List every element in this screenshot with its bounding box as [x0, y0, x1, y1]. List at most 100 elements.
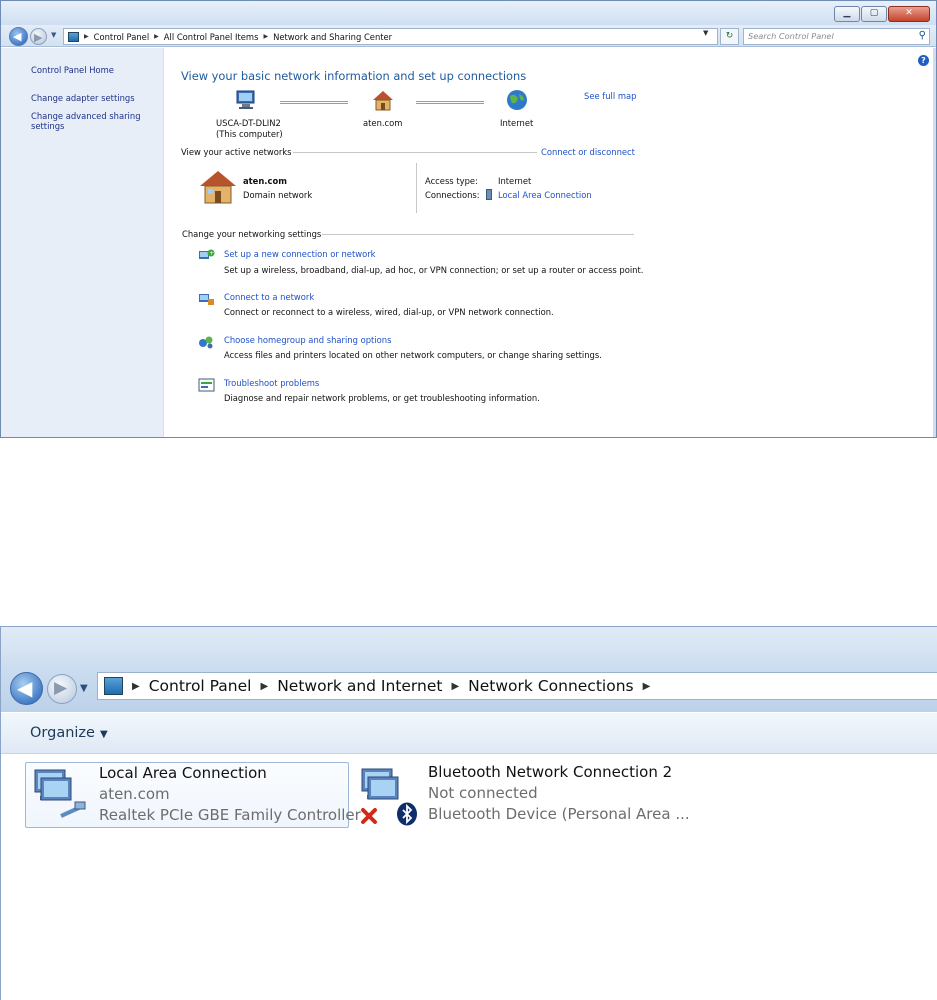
forward-button[interactable]: ▶ — [30, 28, 47, 45]
window-chrome: ◀ ▶ ▼ ▶ Control Panel ▶ Network and Inte… — [1, 627, 937, 712]
address-bar[interactable]: ▶ Control Panel ▶ Network and Internet ▶… — [97, 672, 937, 700]
breadcrumb-separator-icon[interactable]: ▶ — [643, 681, 651, 692]
active-network-name: aten.com — [243, 176, 287, 186]
task-connect-network-desc: Connect or reconnect to a wireless, wire… — [224, 307, 554, 317]
organize-button[interactable]: Organize ▼ — [30, 725, 108, 741]
map-link-line — [280, 101, 348, 104]
vertical-divider — [416, 163, 417, 213]
breadcrumb-separator-icon[interactable]: ▶ — [263, 33, 268, 40]
section-divider — [293, 152, 537, 153]
task-troubleshoot-link[interactable]: Troubleshoot problems — [224, 378, 319, 388]
local-area-connection-link[interactable]: Local Area Connection — [498, 190, 592, 200]
sidebar-link-control-panel-home[interactable]: Control Panel Home — [31, 65, 151, 75]
house-network-icon — [373, 91, 393, 111]
map-link-line — [416, 101, 484, 104]
breadcrumb-separator-icon[interactable]: ▶ — [84, 33, 89, 40]
connections-label: Connections: — [425, 190, 480, 200]
close-button[interactable]: ✕ — [888, 6, 930, 22]
local-area-connection-icon — [34, 769, 86, 818]
command-toolbar: Organize ▼ — [1, 712, 937, 754]
internet-globe-icon — [507, 90, 527, 110]
search-icon[interactable]: ⚲ — [919, 30, 926, 41]
map-network-name: aten.com — [363, 118, 403, 128]
breadcrumb-control-panel[interactable]: Control Panel — [94, 32, 150, 42]
breadcrumb-network-internet[interactable]: Network and Internet — [277, 677, 442, 695]
recent-pages-dropdown-icon[interactable]: ▼ — [80, 683, 88, 694]
breadcrumb-control-panel[interactable]: Control Panel — [149, 677, 252, 695]
see-full-map-link[interactable]: See full map — [584, 91, 636, 101]
search-input[interactable]: Search Control Panel ⚲ — [743, 28, 930, 45]
connection-name: Bluetooth Network Connection 2 — [428, 763, 673, 781]
control-panel-icon — [68, 31, 79, 42]
breadcrumb-network-connections[interactable]: Network Connections — [468, 677, 633, 695]
navigation-bar: ◀ ▶ ▼ ▶ Control Panel ▶ All Control Pane… — [1, 25, 936, 47]
task-troubleshoot-desc: Diagnose and repair network problems, or… — [224, 393, 540, 403]
not-connected-x-icon — [361, 808, 377, 824]
connection-network: Not connected — [428, 784, 538, 802]
troubleshoot-icon — [198, 378, 215, 392]
network-control-panel-icon — [104, 677, 123, 695]
search-placeholder: Search Control Panel — [748, 31, 834, 41]
chevron-down-icon: ▼ — [99, 729, 108, 740]
connection-item-bluetooth[interactable]: Bluetooth Network Connection 2 Not conne… — [356, 762, 690, 828]
task-connect-network-link[interactable]: Connect to a network — [224, 292, 314, 302]
new-connection-icon: + — [199, 249, 215, 259]
organize-label: Organize — [30, 725, 95, 741]
connect-or-disconnect-link[interactable]: Connect or disconnect — [541, 147, 635, 157]
window-caption-buttons: ▁ ▢ ✕ — [834, 6, 930, 22]
title-bar: ▁ ▢ ✕ — [1, 1, 936, 25]
sidebar-link-advanced-sharing[interactable]: Change advanced sharing settings — [31, 111, 151, 131]
network-connections-window: ◀ ▶ ▼ ▶ Control Panel ▶ Network and Inte… — [0, 626, 937, 1000]
address-bar[interactable]: ▶ Control Panel ▶ All Control Panel Item… — [63, 28, 718, 45]
connection-device: Bluetooth Device (Personal Area ... — [428, 805, 690, 823]
forward-arrow-icon: ▶ — [34, 31, 43, 44]
active-network-type[interactable]: Domain network — [243, 190, 312, 200]
connection-network: aten.com — [99, 785, 170, 803]
help-icon[interactable]: ? — [918, 55, 929, 66]
breadcrumb-all-items[interactable]: All Control Panel Items — [164, 32, 259, 42]
minimize-button[interactable]: ▁ — [834, 6, 860, 22]
task-homegroup-desc: Access files and printers located on oth… — [224, 350, 602, 360]
forward-arrow-icon: ▶ — [54, 678, 68, 698]
connection-name: Local Area Connection — [99, 764, 267, 782]
page-title: View your basic network information and … — [181, 69, 527, 83]
back-arrow-icon: ◀ — [17, 676, 33, 700]
task-homegroup-link[interactable]: Choose homegroup and sharing options — [224, 335, 391, 345]
breadcrumb-separator-icon[interactable]: ▶ — [260, 681, 268, 692]
recent-pages-dropdown-icon[interactable]: ▼ — [51, 31, 56, 39]
forward-button[interactable]: ▶ — [47, 674, 77, 704]
bluetooth-icon — [397, 802, 417, 826]
connection-item-local-area[interactable]: Local Area Connection aten.com Realtek P… — [25, 762, 361, 828]
access-type-value: Internet — [498, 176, 532, 186]
refresh-button[interactable]: ↻ — [720, 28, 739, 45]
connect-network-icon — [199, 294, 214, 305]
section-divider — [322, 234, 634, 235]
maximize-button[interactable]: ▢ — [861, 6, 887, 22]
computer-name: USCA-DT-DLIN2 — [216, 118, 281, 128]
domain-network-house-icon — [200, 171, 236, 204]
window-right-edge — [933, 48, 936, 437]
address-dropdown-icon[interactable]: ▼ — [703, 29, 708, 37]
breadcrumb-separator-icon[interactable]: ▶ — [154, 33, 159, 40]
access-type-label: Access type: — [425, 176, 478, 186]
breadcrumb-separator-icon[interactable]: ▶ — [451, 681, 459, 692]
homegroup-icon — [199, 336, 213, 349]
back-button[interactable]: ◀ — [9, 27, 28, 46]
active-networks-label: View your active networks — [181, 147, 292, 157]
breadcrumb-separator-icon[interactable]: ▶ — [132, 681, 140, 692]
back-button[interactable]: ◀ — [10, 672, 43, 705]
computer-icon — [236, 90, 255, 109]
back-arrow-icon: ◀ — [13, 30, 22, 43]
breadcrumb-network-sharing-center[interactable]: Network and Sharing Center — [273, 32, 392, 42]
network-sharing-center-window: ▁ ▢ ✕ ◀ ▶ ▼ ▶ Control Panel ▶ All Contro… — [0, 0, 937, 438]
svg-text:+: + — [209, 250, 214, 257]
task-setup-connection-link[interactable]: Set up a new connection or network — [224, 249, 376, 259]
map-internet-label: Internet — [500, 118, 534, 128]
computer-caption: (This computer) — [216, 129, 283, 139]
connection-device: Realtek PCIe GBE Family Controller — [99, 806, 361, 824]
task-setup-connection-desc: Set up a wireless, broadband, dial-up, a… — [224, 265, 644, 275]
sidebar-link-change-adapter-settings[interactable]: Change adapter settings — [31, 93, 151, 103]
sidebar: Control Panel Home Change adapter settin… — [1, 48, 164, 437]
ethernet-icon — [486, 189, 492, 200]
change-settings-label: Change your networking settings — [182, 229, 322, 239]
